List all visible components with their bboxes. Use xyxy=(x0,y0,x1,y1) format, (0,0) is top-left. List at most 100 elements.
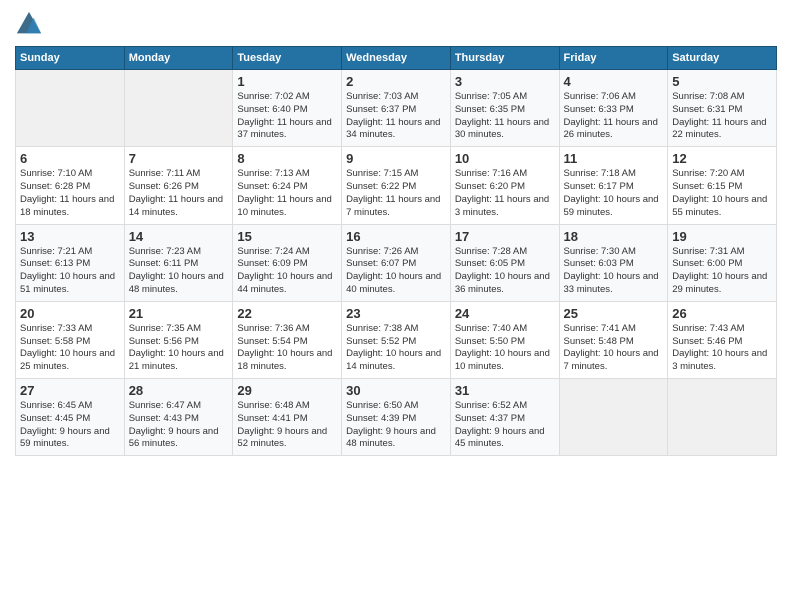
calendar-cell xyxy=(559,379,668,456)
calendar-cell: 11 Sunrise: 7:18 AMSunset: 6:17 PMDayligh… xyxy=(559,147,668,224)
day-info: Sunrise: 7:38 AMSunset: 5:52 PMDaylight:… xyxy=(346,323,446,374)
day-number: 23 xyxy=(346,306,446,321)
header-day: Monday xyxy=(124,47,233,70)
day-info: Sunrise: 7:23 AMSunset: 6:11 PMDaylight:… xyxy=(129,246,229,297)
day-info: Sunrise: 7:36 AMSunset: 5:54 PMDaylight:… xyxy=(237,323,337,374)
day-number: 21 xyxy=(129,306,229,321)
day-info: Sunrise: 6:52 AMSunset: 4:37 PMDaylight:… xyxy=(455,400,555,451)
calendar-cell: 5Sunrise: 7:08 AMSunset: 6:31 PMDaylight… xyxy=(668,70,777,147)
calendar-cell: 1Sunrise: 7:02 AMSunset: 6:40 PMDaylight… xyxy=(233,70,342,147)
day-number: 9 xyxy=(346,151,446,166)
calendar-cell: 23 Sunrise: 7:38 AMSunset: 5:52 PMDayligh… xyxy=(342,301,451,378)
header-day: Wednesday xyxy=(342,47,451,70)
calendar-cell: 22Sunrise: 7:36 AMSunset: 5:54 PMDayligh… xyxy=(233,301,342,378)
day-info: Sunrise: 6:45 AMSunset: 4:45 PMDaylight:… xyxy=(20,400,120,451)
day-info: Sunrise: 7:18 AMSunset: 6:17 PMDaylight:… xyxy=(564,168,664,219)
day-number: 13 xyxy=(20,229,120,244)
day-info: Sunrise: 7:24 AMSunset: 6:09 PMDaylight:… xyxy=(237,246,337,297)
day-info: Sunrise: 7:26 AMSunset: 6:07 PMDaylight:… xyxy=(346,246,446,297)
header-day: Tuesday xyxy=(233,47,342,70)
header-day: Saturday xyxy=(668,47,777,70)
calendar-cell: 2 Sunrise: 7:03 AMSunset: 6:37 PMDaylight… xyxy=(342,70,451,147)
day-number: 29 xyxy=(237,383,337,398)
day-info: Sunrise: 7:31 AMSunset: 6:00 PMDaylight:… xyxy=(672,246,772,297)
day-number: 18 xyxy=(564,229,664,244)
day-info: Sunrise: 7:15 AMSunset: 6:22 PMDaylight:… xyxy=(346,168,446,219)
calendar-cell: 29 Sunrise: 6:48 AMSunset: 4:41 PMDayligh… xyxy=(233,379,342,456)
calendar-cell: 10Sunrise: 7:16 AMSunset: 6:20 PMDayligh… xyxy=(450,147,559,224)
day-info: Sunrise: 7:11 AMSunset: 6:26 PMDaylight:… xyxy=(129,168,229,219)
logo xyxy=(15,10,47,38)
calendar-cell: 19 Sunrise: 7:31 AMSunset: 6:00 PMDayligh… xyxy=(668,224,777,301)
calendar-cell xyxy=(124,70,233,147)
calendar-cell: 14 Sunrise: 7:23 AMSunset: 6:11 PMDayligh… xyxy=(124,224,233,301)
header-day: Friday xyxy=(559,47,668,70)
calendar-row: 6 Sunrise: 7:10 AMSunset: 6:28 PMDaylight… xyxy=(16,147,777,224)
calendar-row: 13Sunrise: 7:21 AMSunset: 6:13 PMDayligh… xyxy=(16,224,777,301)
calendar-cell xyxy=(16,70,125,147)
calendar-row: 20 Sunrise: 7:33 AMSunset: 5:58 PMDayligh… xyxy=(16,301,777,378)
day-number: 11 xyxy=(564,151,664,166)
day-info: Sunrise: 7:33 AMSunset: 5:58 PMDaylight:… xyxy=(20,323,120,374)
day-number: 26 xyxy=(672,306,772,321)
day-info: Sunrise: 7:05 AMSunset: 6:35 PMDaylight:… xyxy=(455,91,555,142)
calendar-cell xyxy=(668,379,777,456)
calendar-cell: 26 Sunrise: 7:43 AMSunset: 5:46 PMDayligh… xyxy=(668,301,777,378)
calendar-cell: 12 Sunrise: 7:20 AMSunset: 6:15 PMDayligh… xyxy=(668,147,777,224)
calendar-cell: 16 Sunrise: 7:26 AMSunset: 6:07 PMDayligh… xyxy=(342,224,451,301)
calendar-cell: 7Sunrise: 7:11 AMSunset: 6:26 PMDaylight… xyxy=(124,147,233,224)
day-number: 12 xyxy=(672,151,772,166)
day-info: Sunrise: 7:20 AMSunset: 6:15 PMDaylight:… xyxy=(672,168,772,219)
day-info: Sunrise: 7:35 AMSunset: 5:56 PMDaylight:… xyxy=(129,323,229,374)
calendar-cell: 28 Sunrise: 6:47 AMSunset: 4:43 PMDayligh… xyxy=(124,379,233,456)
day-number: 19 xyxy=(672,229,772,244)
calendar-cell: 8 Sunrise: 7:13 AMSunset: 6:24 PMDaylight… xyxy=(233,147,342,224)
day-number: 17 xyxy=(455,229,555,244)
day-number: 30 xyxy=(346,383,446,398)
day-number: 2 xyxy=(346,74,446,89)
day-info: Sunrise: 7:03 AMSunset: 6:37 PMDaylight:… xyxy=(346,91,446,142)
calendar-cell: 9 Sunrise: 7:15 AMSunset: 6:22 PMDaylight… xyxy=(342,147,451,224)
calendar-header: SundayMondayTuesdayWednesdayThursdayFrid… xyxy=(16,47,777,70)
day-number: 16 xyxy=(346,229,446,244)
calendar-body: 1Sunrise: 7:02 AMSunset: 6:40 PMDaylight… xyxy=(16,70,777,456)
logo-icon xyxy=(15,10,43,38)
day-info: Sunrise: 7:16 AMSunset: 6:20 PMDaylight:… xyxy=(455,168,555,219)
calendar-cell: 4Sunrise: 7:06 AMSunset: 6:33 PMDaylight… xyxy=(559,70,668,147)
day-info: Sunrise: 7:13 AMSunset: 6:24 PMDaylight:… xyxy=(237,168,337,219)
day-number: 6 xyxy=(20,151,120,166)
day-number: 8 xyxy=(237,151,337,166)
day-info: Sunrise: 7:41 AMSunset: 5:48 PMDaylight:… xyxy=(564,323,664,374)
day-info: Sunrise: 6:48 AMSunset: 4:41 PMDaylight:… xyxy=(237,400,337,451)
day-info: Sunrise: 7:40 AMSunset: 5:50 PMDaylight:… xyxy=(455,323,555,374)
calendar-cell: 24 Sunrise: 7:40 AMSunset: 5:50 PMDayligh… xyxy=(450,301,559,378)
calendar-cell: 27 Sunrise: 6:45 AMSunset: 4:45 PMDayligh… xyxy=(16,379,125,456)
calendar-row: 27 Sunrise: 6:45 AMSunset: 4:45 PMDayligh… xyxy=(16,379,777,456)
day-info: Sunrise: 7:43 AMSunset: 5:46 PMDaylight:… xyxy=(672,323,772,374)
calendar-cell: 21 Sunrise: 7:35 AMSunset: 5:56 PMDayligh… xyxy=(124,301,233,378)
calendar-cell: 6 Sunrise: 7:10 AMSunset: 6:28 PMDaylight… xyxy=(16,147,125,224)
day-number: 28 xyxy=(129,383,229,398)
day-info: Sunrise: 7:10 AMSunset: 6:28 PMDaylight:… xyxy=(20,168,120,219)
calendar-cell: 25Sunrise: 7:41 AMSunset: 5:48 PMDayligh… xyxy=(559,301,668,378)
day-number: 3 xyxy=(455,74,555,89)
calendar-cell: 31Sunrise: 6:52 AMSunset: 4:37 PMDayligh… xyxy=(450,379,559,456)
calendar-row: 1Sunrise: 7:02 AMSunset: 6:40 PMDaylight… xyxy=(16,70,777,147)
calendar-cell: 20 Sunrise: 7:33 AMSunset: 5:58 PMDayligh… xyxy=(16,301,125,378)
day-info: Sunrise: 6:50 AMSunset: 4:39 PMDaylight:… xyxy=(346,400,446,451)
calendar-cell: 15 Sunrise: 7:24 AMSunset: 6:09 PMDayligh… xyxy=(233,224,342,301)
day-number: 20 xyxy=(20,306,120,321)
day-number: 27 xyxy=(20,383,120,398)
day-number: 24 xyxy=(455,306,555,321)
calendar-cell: 13Sunrise: 7:21 AMSunset: 6:13 PMDayligh… xyxy=(16,224,125,301)
calendar-cell: 17 Sunrise: 7:28 AMSunset: 6:05 PMDayligh… xyxy=(450,224,559,301)
day-number: 14 xyxy=(129,229,229,244)
day-number: 15 xyxy=(237,229,337,244)
header-day: Sunday xyxy=(16,47,125,70)
day-info: Sunrise: 6:47 AMSunset: 4:43 PMDaylight:… xyxy=(129,400,229,451)
day-info: Sunrise: 7:08 AMSunset: 6:31 PMDaylight:… xyxy=(672,91,772,142)
page-header xyxy=(15,10,777,38)
day-info: Sunrise: 7:28 AMSunset: 6:05 PMDaylight:… xyxy=(455,246,555,297)
calendar-cell: 18Sunrise: 7:30 AMSunset: 6:03 PMDayligh… xyxy=(559,224,668,301)
calendar-table: SundayMondayTuesdayWednesdayThursdayFrid… xyxy=(15,46,777,456)
